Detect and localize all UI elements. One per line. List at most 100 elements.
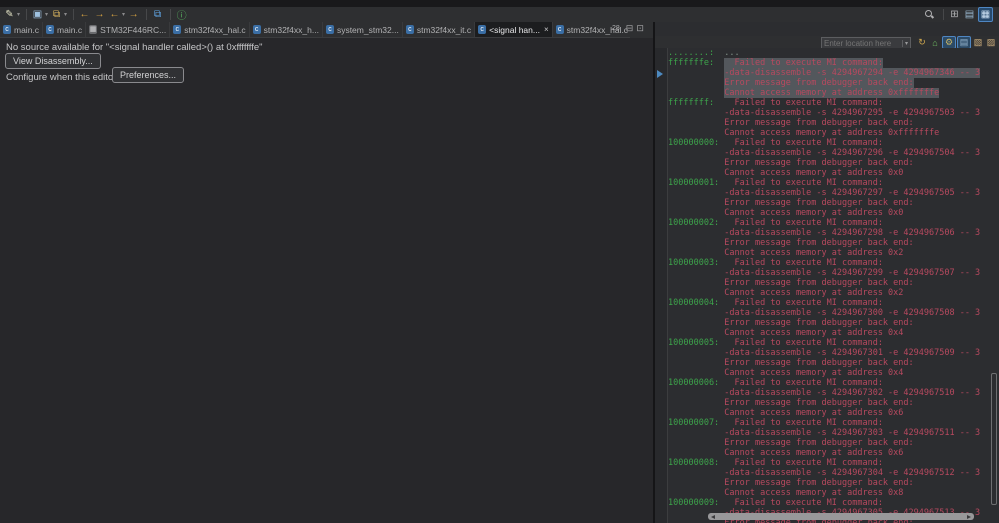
horizontal-scrollbar[interactable]: [708, 513, 974, 520]
editor-tab-bar: c main.c c main.c ▦ STM32F446RC... c stm32f4xx_…: [0, 22, 630, 38]
toolbar-separator: [170, 9, 172, 20]
cpp-perspective-icon[interactable]: ▤: [963, 8, 976, 21]
view-disassembly-button[interactable]: View Disassembly...: [5, 53, 101, 69]
disassembly-line[interactable]: Cannot access memory at address 0x0: [668, 208, 999, 218]
disassembly-line[interactable]: Cannot access memory at address 0x8: [668, 488, 999, 498]
pin-view-icon[interactable]: ▨: [985, 37, 997, 48]
disassembly-line[interactable]: -data-disassemble -s 4294967295 -e 42949…: [668, 108, 999, 118]
disassembly-line[interactable]: ........: ...: [668, 48, 999, 58]
main-toolbar-right: ⊞ ▤ ▦: [924, 7, 995, 22]
disassembly-line[interactable]: Error message from debugger back end:: [668, 318, 999, 328]
disassembly-line[interactable]: -data-disassemble -s 4294967304 -e 42949…: [668, 468, 999, 478]
disassembly-line[interactable]: 100000009: Failed to execute MI command:: [668, 498, 999, 508]
disassembly-line[interactable]: 100000002: Failed to execute MI command:: [668, 218, 999, 228]
next-edit-location-icon[interactable]: →: [93, 8, 106, 21]
toolbar-separator: [73, 9, 75, 20]
disassembly-line[interactable]: -data-disassemble -s 4294967303 -e 42949…: [668, 428, 999, 438]
debug-perspective-icon[interactable]: ▦: [978, 7, 993, 22]
ide-window: ✎ ▾ ▣ ▾ ⧉ ▾ ← → ← ▾ → ⧉ ⓘ ⊞ ▤ ▦ c main.c c main.c ▦ STM32F4…: [0, 0, 999, 523]
vertical-scrollbar[interactable]: [991, 373, 997, 505]
disassembly-line[interactable]: Error message from debugger back end:: [668, 398, 999, 408]
run-configurations-icon[interactable]: ⧉ ▾: [50, 8, 67, 21]
disassembly-line[interactable]: Error message from debugger back end:: [668, 238, 999, 248]
disassembly-line[interactable]: -data-disassemble -s 4294967302 -e 42949…: [668, 388, 999, 398]
disassembly-line[interactable]: 100000004: Failed to execute MI command:: [668, 298, 999, 308]
disassembly-line[interactable]: 100000003: Failed to execute MI command:: [668, 258, 999, 268]
c-file-icon: c: [252, 25, 261, 34]
disassembly-line[interactable]: Cannot access memory at address 0x2: [668, 248, 999, 258]
disassembly-line[interactable]: 100000006: Failed to execute MI command:: [668, 378, 999, 388]
perspective-switcher: ⊞ ▤ ▦: [948, 7, 995, 22]
info-icon[interactable]: ⓘ: [175, 8, 188, 22]
search-icon[interactable]: [924, 9, 935, 20]
minimize-icon[interactable]: ⊟: [626, 23, 634, 34]
editor-tab[interactable]: c stm32f4xx_it.c: [403, 22, 476, 37]
disassembly-line[interactable]: 100000008: Failed to execute MI command:: [668, 458, 999, 468]
disassembly-line[interactable]: 100000007: Failed to execute MI command:: [668, 418, 999, 428]
c-file-icon: c: [478, 25, 487, 34]
toolbar-separator: [26, 9, 28, 20]
disassembly-line[interactable]: Cannot access memory at address 0xffffff…: [668, 128, 999, 138]
disassembly-line[interactable]: Error message from debugger back end:: [668, 278, 999, 288]
open-new-view-icon[interactable]: ▧: [972, 37, 984, 48]
location-input[interactable]: [822, 39, 902, 48]
disassembly-line[interactable]: -data-disassemble -s 4294967296 -e 42949…: [668, 148, 999, 158]
disassembly-line[interactable]: -data-disassemble -s 4294967301 -e 42949…: [668, 348, 999, 358]
disassembly-line[interactable]: Cannot access memory at address 0x2: [668, 288, 999, 298]
disassembly-line[interactable]: -data-disassemble -s 4294967294 -e 42949…: [668, 68, 999, 78]
chevron-down-icon[interactable]: ▾: [901, 40, 910, 47]
open-perspective-icon[interactable]: ⊞: [948, 8, 961, 21]
maximize-icon[interactable]: ⊡: [636, 23, 644, 34]
editor-tab[interactable]: c stm32f4xx_h...: [250, 22, 323, 37]
disassembly-line[interactable]: Error message from debugger back end:: [668, 358, 999, 368]
disassembly-line[interactable]: -data-disassemble -s 4294967297 -e 42949…: [668, 188, 999, 198]
disassembly-line[interactable]: -data-disassemble -s 4294967298 -e 42949…: [668, 228, 999, 238]
disassembly-line[interactable]: ffffffff: Failed to execute MI command:: [668, 98, 999, 108]
disassembly-line[interactable]: -data-disassemble -s 4294967299 -e 42949…: [668, 268, 999, 278]
c-file-icon: c: [555, 25, 564, 34]
refresh-icon[interactable]: ↻: [916, 37, 928, 48]
disassembly-line[interactable]: 100000000: Failed to execute MI command:: [668, 138, 999, 148]
disassembly-line[interactable]: 100000001: Failed to execute MI command:: [668, 178, 999, 188]
editor-tab[interactable]: c stm32f4xx_hal.c: [170, 22, 250, 37]
disassembly-line[interactable]: Cannot access memory at address 0x6: [668, 408, 999, 418]
console-view-icon[interactable]: ⧉: [151, 8, 164, 21]
c-file-icon: c: [405, 25, 414, 34]
chip-icon: ▦: [89, 25, 98, 34]
disassembly-line[interactable]: -data-disassemble -s 4294967300 -e 42949…: [668, 308, 999, 318]
editor-tab[interactable]: ▦ STM32F446RC...: [86, 22, 171, 37]
edit-pencil-icon[interactable]: ✎ ▾: [3, 8, 20, 21]
disassembly-line[interactable]: Cannot access memory at address 0x4: [668, 328, 999, 338]
toolbar-separator: [146, 9, 148, 20]
hidden-editors-count[interactable]: 28: [612, 25, 620, 32]
editor-tab[interactable]: c main.c: [0, 22, 44, 37]
c-file-icon: c: [3, 25, 11, 34]
editor-tab[interactable]: c main.c: [43, 22, 87, 37]
c-file-icon: c: [46, 25, 55, 34]
editor-tab[interactable]: c system_stm32...: [323, 22, 403, 37]
preferences-button[interactable]: Preferences...: [112, 67, 185, 83]
close-icon[interactable]: ×: [544, 25, 549, 34]
disassembly-line[interactable]: Cannot access memory at address 0x0: [668, 168, 999, 178]
debug-configurations-icon[interactable]: ▣ ▾: [31, 8, 48, 21]
disassembly-line[interactable]: Error message from debugger back end:: [668, 118, 999, 128]
disassembly-line[interactable]: Error message from debugger back end:: [668, 438, 999, 448]
toolbar-separator: [943, 9, 944, 20]
no-source-message: No source available for "<signal handler…: [6, 42, 263, 53]
disassembly-line[interactable]: Cannot access memory at address 0x4: [668, 368, 999, 378]
disassembly-line[interactable]: Cannot access memory at address 0xffffff…: [668, 88, 999, 98]
source-not-available-view: No source available for "<signal handler…: [0, 38, 653, 523]
home-icon[interactable]: ⌂: [929, 37, 941, 48]
disassembly-line[interactable]: Cannot access memory at address 0x6: [668, 448, 999, 458]
disassembly-line[interactable]: Error message from debugger back end:: [668, 158, 999, 168]
disassembly-line[interactable]: fffffffe: Failed to execute MI command:: [668, 58, 999, 68]
editor-tab[interactable]: c <signal han... ×: [475, 22, 553, 37]
back-history-icon[interactable]: ← ▾: [108, 8, 126, 21]
last-edit-location-icon[interactable]: ←: [78, 8, 91, 21]
forward-history-icon[interactable]: →: [127, 8, 140, 21]
disassembly-line[interactable]: Error message from debugger back end:: [668, 478, 999, 488]
disassembly-line[interactable]: Error message from debugger back end:: [668, 78, 999, 88]
disassembly-line[interactable]: Error message from debugger back end:: [668, 198, 999, 208]
disassembly-code: ........: ... fffffffe: Failed to execute…: [668, 48, 999, 523]
disassembly-line[interactable]: 100000005: Failed to execute MI command:: [668, 338, 999, 348]
